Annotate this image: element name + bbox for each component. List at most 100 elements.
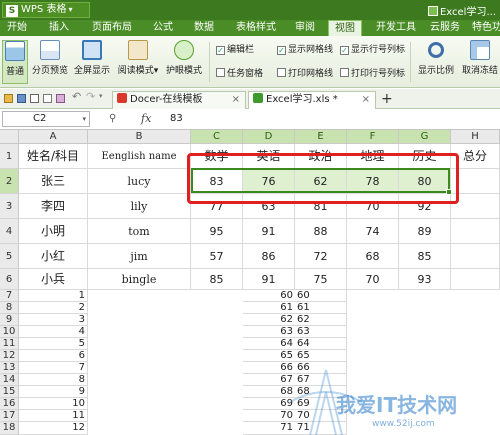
number-cell[interactable]: 71 (243, 422, 295, 435)
number-cell[interactable]: 65 (295, 350, 347, 362)
number-cell[interactable]: 63 (295, 326, 347, 338)
score-cell[interactable]: 80 (399, 169, 451, 194)
student-name-cell[interactable]: 小红 (19, 244, 88, 269)
new-tab-button[interactable]: + (381, 91, 393, 107)
row-header[interactable]: 11 (0, 338, 19, 350)
menu-item-features[interactable]: 特色功能 (466, 20, 500, 36)
fullscreen-button[interactable]: 全屏显示 (72, 40, 112, 84)
row-header[interactable]: 3 (0, 194, 19, 219)
total-cell[interactable] (451, 194, 500, 219)
menu-item-data[interactable]: 数据 (189, 20, 219, 36)
english-name-cell[interactable]: tom (88, 219, 191, 244)
row-header[interactable]: 5 (0, 244, 19, 269)
score-cell[interactable]: 63 (243, 194, 295, 219)
menu-item-review[interactable]: 审阅 (290, 20, 320, 36)
number-cell[interactable]: 10 (19, 398, 88, 410)
score-cell[interactable]: 72 (295, 244, 347, 269)
total-cell[interactable] (451, 269, 500, 290)
task-pane-checkbox[interactable]: 任务窗格 (216, 68, 263, 80)
score-cell[interactable]: 62 (295, 169, 347, 194)
score-cell[interactable]: 75 (295, 269, 347, 290)
row-header[interactable]: 14 (0, 374, 19, 386)
wps-menu-button[interactable]: S WPS 表格 ▾ (2, 2, 90, 18)
menu-item-formulas[interactable]: 公式 (148, 20, 178, 36)
insert-function-icon[interactable]: fx (141, 112, 151, 125)
score-cell[interactable]: 77 (191, 194, 243, 219)
row-header[interactable]: 13 (0, 362, 19, 374)
row-header[interactable]: 10 (0, 326, 19, 338)
number-cell[interactable]: 64 (243, 338, 295, 350)
row-header[interactable]: 18 (0, 422, 19, 435)
column-header-f[interactable]: F (347, 130, 399, 144)
score-cell[interactable]: 86 (243, 244, 295, 269)
reading-mode-button[interactable]: 阅读模式▾ (116, 40, 160, 84)
print-icon[interactable] (30, 94, 39, 103)
tab-excel-study[interactable]: Excel学习.xls * × (248, 91, 376, 109)
number-cell[interactable]: 68 (243, 386, 295, 398)
fill-handle[interactable] (446, 189, 452, 195)
redo-icon[interactable]: ↷ (86, 90, 96, 103)
column-header-g[interactable]: G (399, 130, 451, 144)
row-header[interactable]: 17 (0, 410, 19, 422)
english-name-cell[interactable]: bingle (88, 269, 191, 290)
header-cell-history[interactable]: 历史 (399, 144, 451, 169)
print-preview-icon[interactable] (43, 94, 52, 103)
column-header-e[interactable]: E (295, 130, 347, 144)
row-header[interactable]: 15 (0, 386, 19, 398)
row-header[interactable]: 9 (0, 314, 19, 326)
number-cell[interactable]: 66 (295, 362, 347, 374)
number-cell[interactable]: 5 (19, 338, 88, 350)
number-cell[interactable]: 7 (19, 362, 88, 374)
print-gridlines-checkbox[interactable]: 打印网格线 (277, 68, 333, 80)
score-cell[interactable]: 88 (295, 219, 347, 244)
score-cell[interactable]: 81 (295, 194, 347, 219)
row-header[interactable]: 16 (0, 398, 19, 410)
score-cell[interactable]: 91 (243, 269, 295, 290)
score-cell[interactable]: 93 (399, 269, 451, 290)
number-cell[interactable]: 62 (243, 314, 295, 326)
english-name-cell[interactable]: lily (88, 194, 191, 219)
freeze-panes-button[interactable]: 取消冻结 (460, 40, 500, 84)
number-cell[interactable]: 6 (19, 350, 88, 362)
eye-care-button[interactable]: 护眼模式 (164, 40, 204, 84)
number-cell[interactable]: 70 (243, 410, 295, 422)
header-cell-total[interactable]: 总分 (451, 144, 500, 169)
number-cell[interactable]: 11 (19, 410, 88, 422)
score-cell[interactable]: 57 (191, 244, 243, 269)
show-headings-checkbox[interactable]: ✓ 显示行号列标 (340, 44, 405, 56)
normal-view-button[interactable]: 普通 (2, 40, 28, 84)
number-cell[interactable]: 69 (243, 398, 295, 410)
score-cell[interactable]: 70 (347, 269, 399, 290)
number-cell[interactable]: 1 (19, 290, 88, 302)
score-cell[interactable]: 85 (399, 244, 451, 269)
score-cell[interactable]: 85 (191, 269, 243, 290)
score-cell[interactable]: 74 (347, 219, 399, 244)
number-cell[interactable]: 2 (19, 302, 88, 314)
number-cell[interactable]: 60 (243, 290, 295, 302)
number-cell[interactable]: 65 (243, 350, 295, 362)
row-header[interactable]: 1 (0, 144, 19, 169)
score-cell[interactable]: 78 (347, 169, 399, 194)
row-header[interactable]: 8 (0, 302, 19, 314)
score-cell[interactable]: 91 (243, 219, 295, 244)
number-cell[interactable]: 4 (19, 326, 88, 338)
score-cell[interactable]: 70 (347, 194, 399, 219)
total-cell[interactable] (451, 219, 500, 244)
total-cell[interactable] (451, 244, 500, 269)
header-cell-name[interactable]: 姓名/科目 (19, 144, 88, 169)
number-cell[interactable]: 67 (295, 374, 347, 386)
header-cell-geography[interactable]: 地理 (347, 144, 399, 169)
name-box[interactable]: C2 ▾ (2, 111, 90, 127)
close-icon[interactable]: × (362, 92, 370, 108)
number-cell[interactable]: 60 (295, 290, 347, 302)
menu-item-cloud[interactable]: 云服务 (428, 20, 462, 36)
row-header[interactable]: 4 (0, 219, 19, 244)
save-icon[interactable] (17, 94, 26, 103)
header-cell-english-subject[interactable]: 英语 (243, 144, 295, 169)
number-cell[interactable]: 67 (243, 374, 295, 386)
student-name-cell[interactable]: 小兵 (19, 269, 88, 290)
menu-item-page-layout[interactable]: 页面布局 (86, 20, 138, 36)
column-header-b[interactable]: B (88, 130, 191, 144)
student-name-cell[interactable]: 小明 (19, 219, 88, 244)
number-cell[interactable]: 66 (243, 362, 295, 374)
